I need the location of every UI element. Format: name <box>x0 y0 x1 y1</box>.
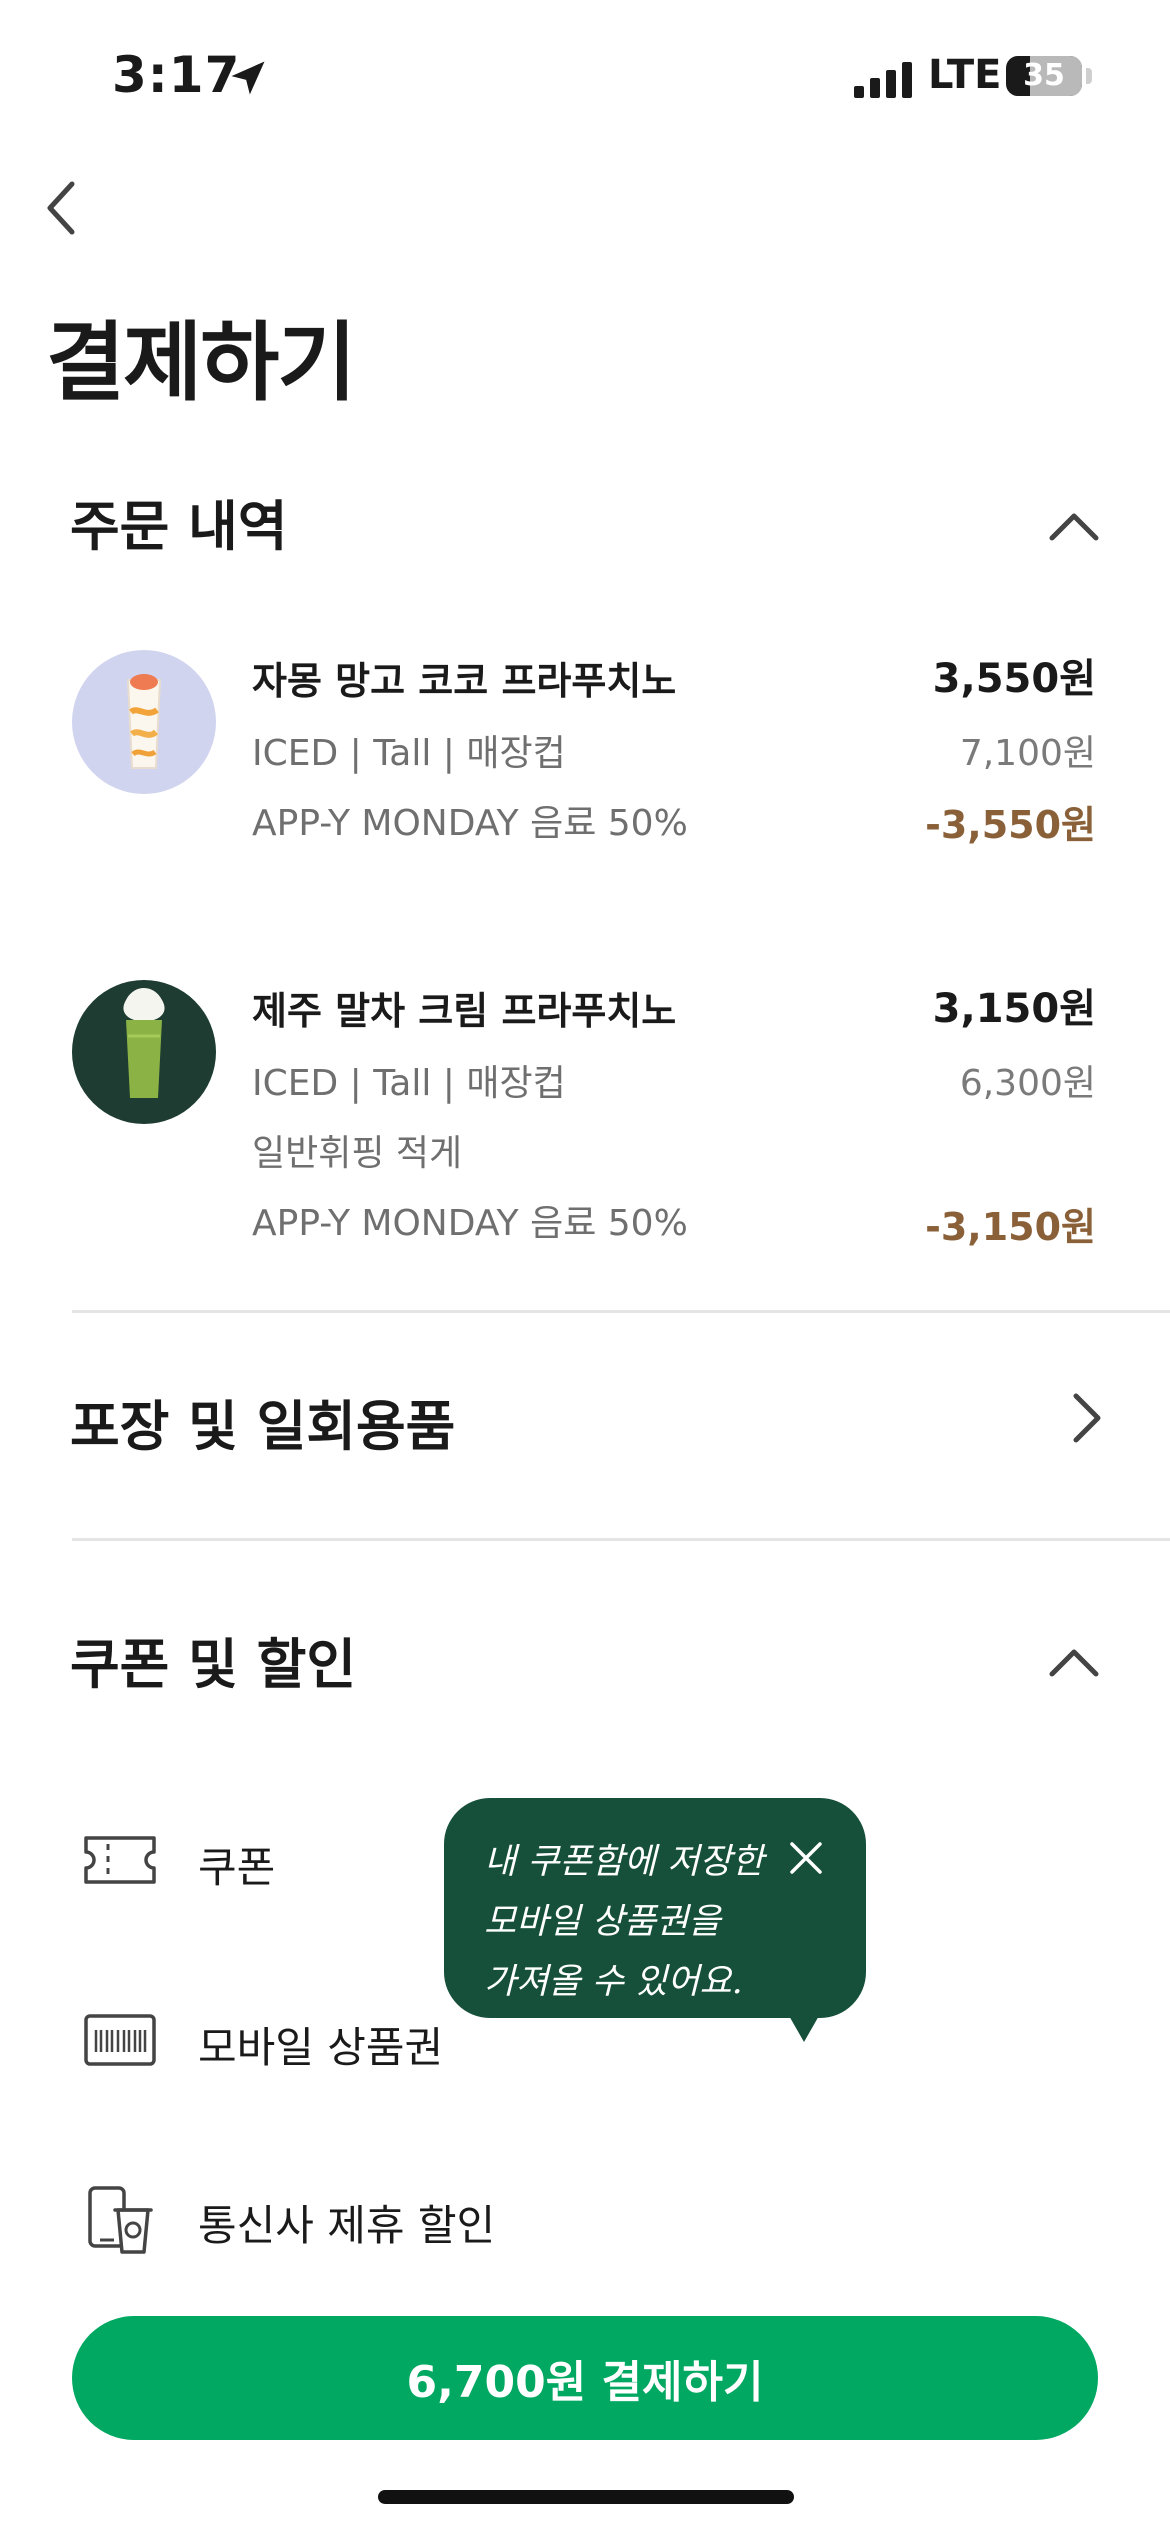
chevron-right-icon[interactable] <box>1058 1390 1114 1446</box>
home-indicator <box>378 2490 794 2504</box>
drink-thumbnail-matcha <box>72 980 216 1124</box>
status-time: 3:17 <box>112 46 241 104</box>
divider <box>72 1310 1170 1313</box>
packaging-section-title[interactable]: 포장 및 일회용품 <box>70 1382 455 1461</box>
item-option: ICED | Tall | 매장컵 <box>252 733 566 774</box>
item-price: 3,150원 <box>932 986 1096 1032</box>
network-type: LTE <box>928 52 1002 98</box>
back-chevron-icon[interactable] <box>38 176 86 240</box>
chevron-up-icon[interactable] <box>1046 1634 1102 1690</box>
order-item: 제주 말차 크림 프라푸치노 ICED | Tall | 매장컵 일반휘핑 적게… <box>0 970 1170 1260</box>
gift-card-barcode-icon <box>84 2014 156 2066</box>
order-item: 자몽 망고 코코 프라푸치노 ICED | Tall | 매장컵 APP-Y M… <box>0 640 1170 860</box>
item-option: 일반휘핑 적게 <box>252 1133 463 1174</box>
divider <box>72 1538 1170 1541</box>
ticket-icon <box>84 1836 156 1884</box>
pay-button[interactable]: 6,700원 결제하기 <box>72 2316 1098 2440</box>
tooltip-pointer <box>788 2014 820 2042</box>
gift-card-tooltip: 내 쿠폰함에 저장한 모바일 상품권을 가져올 수 있어요. <box>444 1798 866 2018</box>
tooltip-line: 내 쿠폰함에 저장한 <box>484 1842 764 1882</box>
item-name: 자몽 망고 코코 프라푸치노 <box>252 659 677 703</box>
battery-nub <box>1086 68 1092 84</box>
drink-thumbnail-grapefruit-mango <box>72 650 216 794</box>
item-price: 3,550원 <box>932 656 1096 702</box>
item-original-price: 7,100원 <box>959 733 1096 774</box>
tooltip-message: 내 쿠폰함에 저장한 모바일 상품권을 가져올 수 있어요. <box>484 1832 784 2012</box>
item-discount: -3,150원 <box>925 1205 1096 1249</box>
page-title: 결제하기 <box>46 313 356 413</box>
location-arrow-icon <box>231 61 265 95</box>
item-option: APP-Y MONDAY 음료 50% <box>252 1203 688 1244</box>
close-icon[interactable] <box>784 1836 828 1880</box>
carrier-discount-row-label: 통신사 제휴 할인 <box>198 2201 496 2250</box>
cellular-signal-icon <box>854 62 912 98</box>
chevron-up-icon[interactable] <box>1046 498 1102 554</box>
phone-cup-icon <box>88 2186 153 2254</box>
tooltip-line: 가져올 수 있어요. <box>484 1962 743 2002</box>
mobile-gift-card-row-label: 모바일 상품권 <box>198 2023 444 2072</box>
tooltip-line: 모바일 상품권을 <box>484 1902 721 1942</box>
item-original-price: 6,300원 <box>959 1063 1096 1104</box>
item-option: ICED | Tall | 매장컵 <box>252 1063 566 1104</box>
battery-icon: 35 <box>1006 56 1082 96</box>
item-discount: -3,550원 <box>925 803 1096 847</box>
item-option: APP-Y MONDAY 음료 50% <box>252 803 688 844</box>
battery-level: 35 <box>1023 58 1065 93</box>
item-name: 제주 말차 크림 프라푸치노 <box>252 989 677 1033</box>
carrier-discount-row[interactable]: 통신사 제휴 할인 <box>70 2166 1100 2266</box>
coupon-row-label: 쿠폰 <box>198 1843 276 1892</box>
status-bar: 3:17 LTE 35 <box>0 0 1170 150</box>
order-section-title: 주문 내역 <box>70 495 288 558</box>
coupon-section-title: 쿠폰 및 할인 <box>70 1633 356 1696</box>
